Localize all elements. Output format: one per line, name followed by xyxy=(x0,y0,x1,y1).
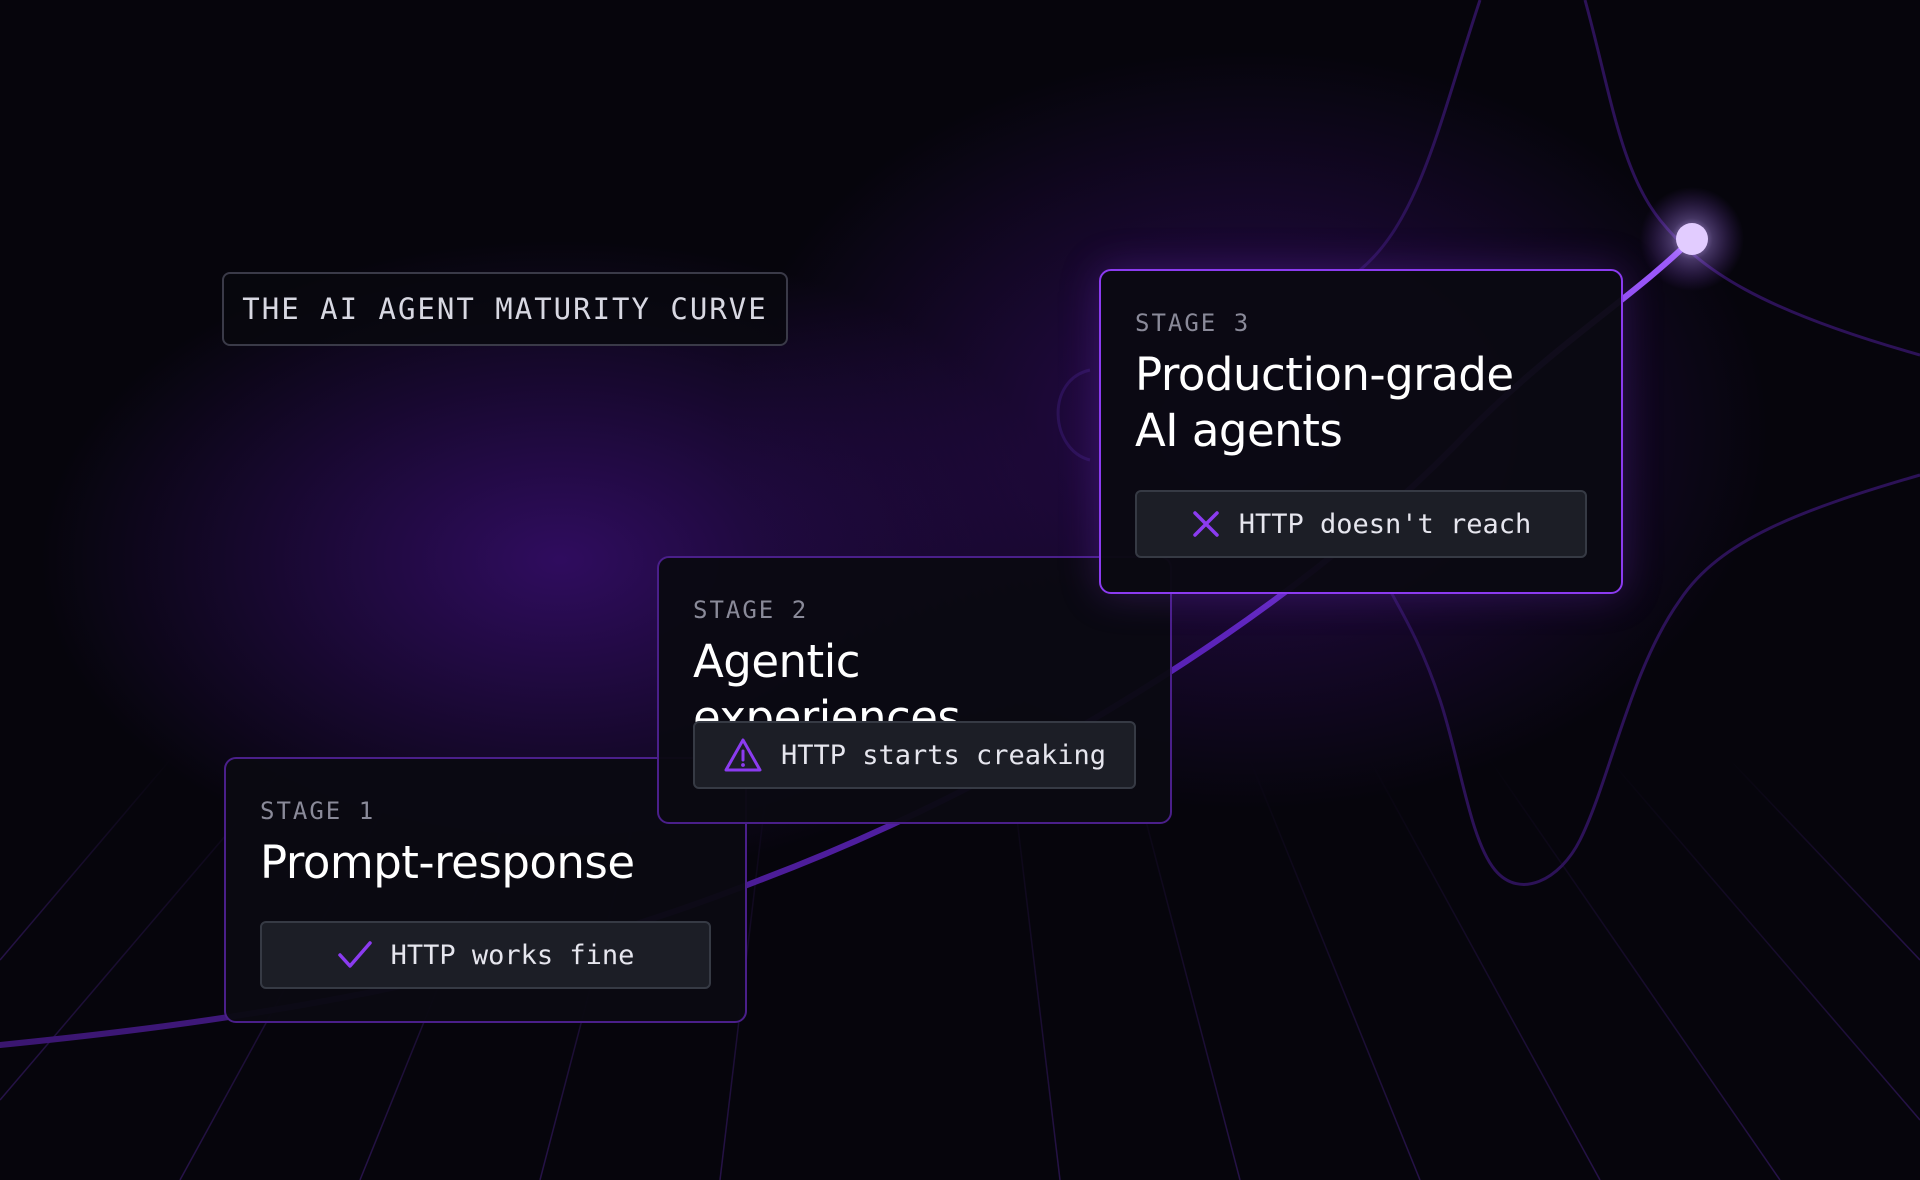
page-title: THE AI AGENT MATURITY CURVE xyxy=(222,272,788,346)
stage-label: STAGE 3 xyxy=(1135,309,1251,337)
status-badge: HTTP works fine xyxy=(260,921,711,989)
status-text: HTTP works fine xyxy=(390,939,635,971)
status-text: HTTP starts creaking xyxy=(780,739,1107,771)
status-text: HTTP doesn't reach xyxy=(1238,508,1532,540)
stage-heading: Prompt-response xyxy=(260,836,635,889)
status-badge: HTTP starts creaking xyxy=(693,721,1136,789)
stage-label: STAGE 1 xyxy=(260,797,376,825)
stage-heading: Production-grade AI agents xyxy=(1135,347,1587,459)
check-icon xyxy=(337,939,373,971)
stage-heading-line-2: AI agents xyxy=(1135,404,1343,457)
curve-endpoint-dot xyxy=(1676,223,1708,255)
stage-label: STAGE 2 xyxy=(693,596,809,624)
stage-heading-line-1: Production-grade xyxy=(1135,348,1514,401)
stage-2-card: STAGE 2 Agentic experiences HTTP starts … xyxy=(657,556,1172,824)
warning-icon xyxy=(723,737,763,773)
x-icon xyxy=(1191,509,1221,539)
stage-3-card: STAGE 3 Production-grade AI agents HTTP … xyxy=(1099,269,1623,594)
status-badge: HTTP doesn't reach xyxy=(1135,490,1587,558)
